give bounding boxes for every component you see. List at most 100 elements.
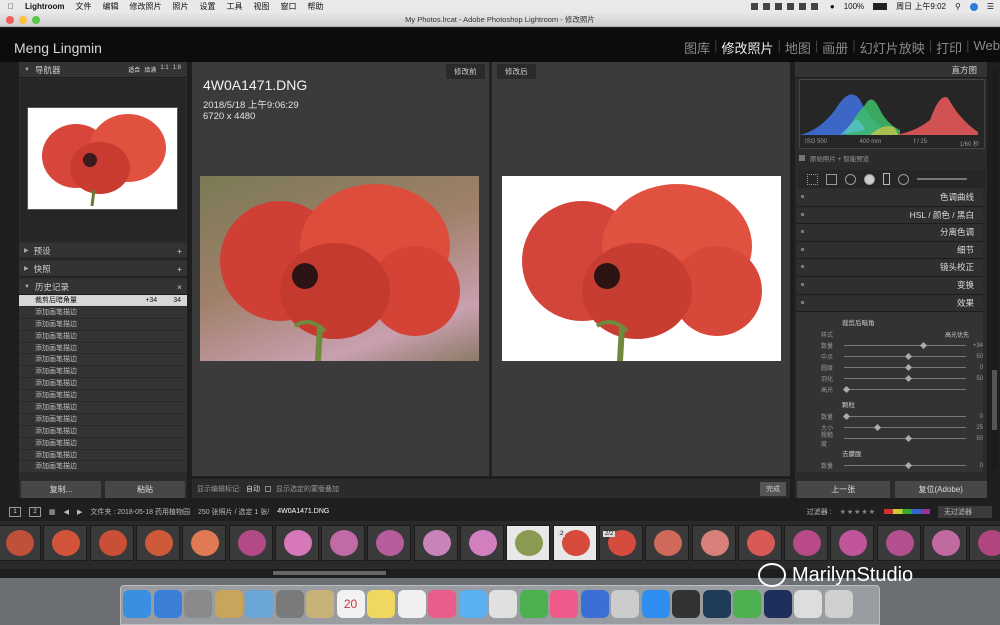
section-split-toning[interactable]: 分离色调 [797, 224, 983, 242]
graduated-filter-icon[interactable] [883, 173, 890, 185]
reminders-icon[interactable] [397, 590, 426, 618]
color-filter[interactable] [884, 509, 930, 514]
slider-track[interactable] [843, 461, 966, 470]
adjustment-brush-icon[interactable] [917, 178, 967, 180]
scroll-thumb[interactable] [992, 370, 997, 430]
slider-knob[interactable] [905, 461, 913, 470]
smart-preview-checkbox[interactable] [799, 155, 805, 161]
filmstrip-thumbnail[interactable] [321, 525, 366, 561]
slider-value[interactable]: 50 [972, 354, 983, 360]
slider-value[interactable]: 50 [972, 436, 983, 442]
apple-icon[interactable]:  [8, 2, 14, 11]
filmstrip-thumbnail[interactable] [135, 525, 180, 561]
clock[interactable]: 周日 上午9:02 [896, 1, 946, 12]
rating-filter[interactable]: ★★★★★ [840, 508, 876, 516]
history-item[interactable]: 添加画笔描边 [19, 354, 187, 367]
previous-button[interactable]: 上一张 [797, 481, 890, 498]
history-item[interactable]: 添加画笔描边 [19, 318, 187, 331]
copy-button[interactable]: 复制... [21, 481, 101, 498]
section-detail[interactable]: 细节 [797, 241, 983, 260]
history-item[interactable]: 添加画笔描边 [19, 366, 187, 379]
slider-track[interactable] [842, 412, 966, 421]
music-icon[interactable] [550, 590, 578, 618]
slider-knob[interactable] [842, 412, 850, 421]
notes-icon[interactable] [306, 590, 334, 618]
slider-knob[interactable] [874, 423, 882, 432]
menu-app-lightroom[interactable]: Lightroom [25, 2, 65, 11]
filmstrip-thumbnail[interactable] [43, 525, 88, 561]
menu-photo[interactable]: 照片 [173, 1, 189, 12]
second-window-button[interactable]: 2 [29, 506, 41, 517]
slider-knob[interactable] [905, 363, 913, 372]
filmstrip-thumbnail[interactable] [367, 525, 412, 561]
history-item[interactable]: 添加画笔描边 [19, 402, 187, 414]
keynote-icon[interactable] [580, 590, 609, 618]
current-filename[interactable]: 4W0A1471.DNG [277, 508, 329, 515]
safari-icon[interactable] [153, 590, 182, 618]
history-item[interactable]: 添加画笔描边 [19, 390, 187, 403]
notification-icon[interactable]: ☰ [987, 2, 994, 11]
history-item[interactable]: 添加画笔描边 [19, 330, 187, 343]
filmstrip-thumbnail[interactable] [228, 525, 273, 561]
forward-arrow-icon[interactable]: ▶ [77, 508, 82, 516]
lightroom-icon[interactable] [702, 590, 731, 618]
numbers-icon[interactable] [519, 590, 548, 618]
grid-view-icon[interactable]: ▦ [49, 508, 56, 516]
section-tone-curve[interactable]: 色调曲线 [797, 189, 983, 207]
slider-track[interactable] [843, 434, 966, 443]
red-eye-icon[interactable] [864, 173, 875, 185]
style-select[interactable]: 高光优先 [945, 330, 969, 339]
reset-button[interactable]: 复位(Adobe) [894, 481, 987, 498]
slider-knob[interactable] [842, 385, 850, 394]
textedit-icon[interactable] [489, 590, 517, 618]
module-print[interactable]: 打印 [936, 38, 962, 57]
history-item[interactable]: 添加画笔描边 [19, 342, 187, 355]
snapshots-header[interactable]: ▶ 快照 + [19, 261, 187, 277]
search-icon[interactable]: ⚲ [955, 2, 961, 11]
right-scrollbar[interactable] [992, 70, 997, 470]
add-snapshot-icon[interactable]: + [177, 264, 182, 274]
messages-icon[interactable] [458, 590, 487, 618]
slider-value[interactable]: 0 [972, 463, 983, 469]
menu-develop[interactable]: 修改照片 [130, 1, 162, 12]
add-preset-icon[interactable]: + [177, 246, 182, 256]
module-library[interactable]: 图库 [684, 38, 710, 57]
done-button[interactable]: 完成 [760, 481, 786, 496]
filmstrip-thumbnail[interactable] [413, 525, 458, 561]
filmstrip-scrollbar[interactable] [273, 571, 386, 575]
paste-button[interactable]: 粘贴 [105, 481, 185, 498]
zoom-1-8[interactable]: 1:8 [173, 65, 181, 74]
trash-icon[interactable] [824, 590, 853, 618]
slider-knob[interactable] [905, 374, 913, 383]
module-slideshow[interactable]: 幻灯片放映 [860, 38, 925, 57]
minimize-window-icon[interactable] [19, 16, 27, 24]
preview-icon[interactable] [245, 590, 273, 618]
edit-pins-select[interactable]: 自动 [246, 484, 260, 494]
filmstrip-thumbnail[interactable] [182, 525, 227, 561]
slider-value[interactable]: +34 [972, 343, 983, 349]
source-folder[interactable]: 文件夹 : 2018-05-18 药用植物园 [90, 507, 190, 517]
photos-icon[interactable] [428, 590, 456, 618]
appstore-icon[interactable] [641, 590, 670, 618]
slider-value[interactable]: 50 [972, 376, 983, 382]
launchpad-icon[interactable] [184, 590, 212, 618]
mask-overlay-checkbox[interactable] [264, 485, 271, 492]
history-item[interactable]: 添加画笔描边 [19, 306, 187, 319]
zoom-1-1[interactable]: 1:1 [160, 65, 168, 74]
history-item[interactable]: 添加画笔描边 [19, 425, 187, 438]
module-develop[interactable]: 修改照片 [721, 38, 773, 57]
zoom-fill[interactable]: 填满 [144, 65, 156, 74]
filmstrip-thumbnail[interactable] [876, 525, 921, 561]
histogram-header[interactable]: 直方图 [795, 62, 987, 78]
zoom-fit[interactable]: 适合 [128, 65, 140, 74]
history-item[interactable]: 添加画笔描边 [19, 437, 187, 450]
filmstrip-thumbnail[interactable] [923, 525, 967, 561]
menu-file[interactable]: 文件 [76, 1, 92, 12]
slider-knob[interactable] [905, 434, 913, 443]
camera-icon[interactable] [672, 590, 700, 618]
grid-tool-icon[interactable] [807, 173, 818, 185]
filmstrip-thumbnail[interactable] [460, 525, 504, 561]
photoshop-icon[interactable] [763, 590, 792, 618]
spot-removal-icon[interactable] [845, 173, 856, 185]
battery-percent[interactable]: 100% [844, 2, 864, 11]
